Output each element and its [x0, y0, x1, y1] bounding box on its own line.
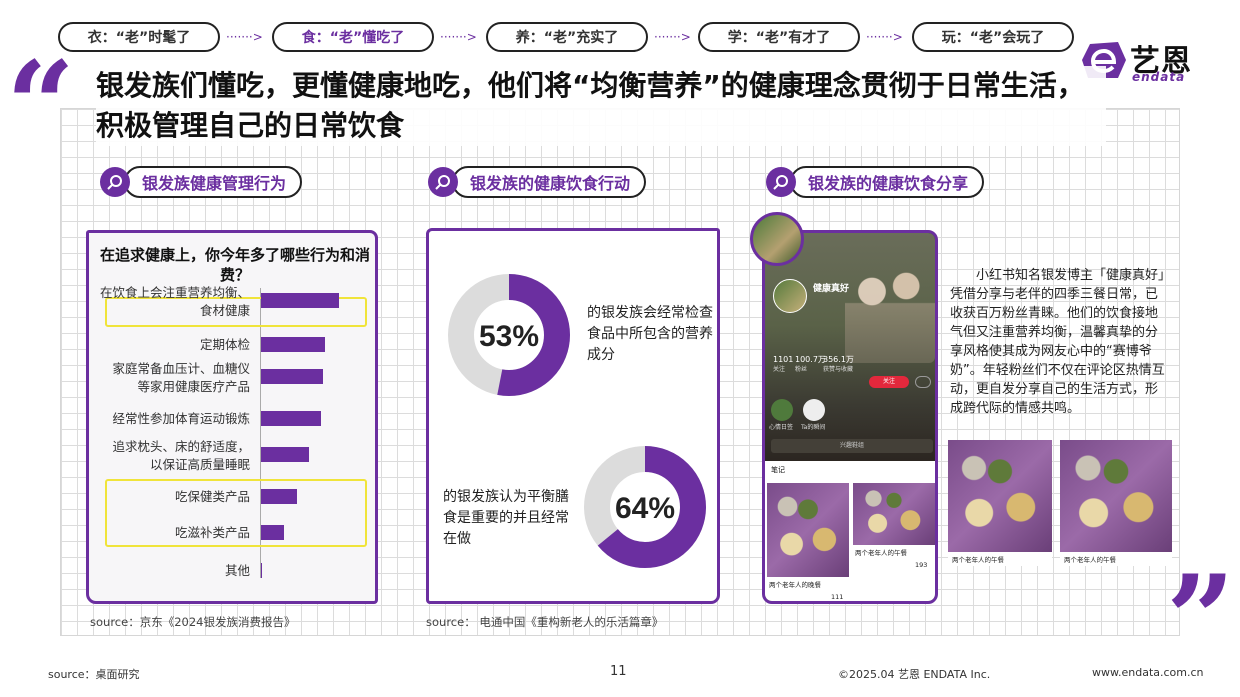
bar [261, 411, 321, 426]
bar [261, 563, 262, 578]
donut-chart-53: 53% [448, 274, 570, 396]
bar [261, 447, 309, 462]
nav-arrow-icon: ·······> [654, 30, 691, 44]
bar [261, 489, 297, 504]
xiaohongshu-profile-screenshot: 健康真好 1101 100.7万 356.1万 关注 粉丝 获赞与收藏 关注 心… [762, 230, 938, 604]
logo-en-text: endata [1132, 70, 1186, 84]
bar [261, 337, 325, 352]
stat-label: 获赞与收藏 [823, 366, 854, 373]
nav-arrow-icon: ·······> [440, 30, 477, 44]
close-quote-mark: ” [1166, 549, 1236, 690]
like-count: 111 [831, 593, 844, 601]
notes-tab[interactable]: 笔记 [771, 465, 785, 475]
stat-fans: 100.7万 [795, 355, 826, 364]
blogger-description: 小红书知名银发博主「健康真好」凭借分享与老伴的四季三餐日常，已收获百万粉丝青睐。… [950, 268, 1165, 416]
stat-label: 关注 [773, 366, 786, 373]
notes-feed: 笔记 两个老年人的晚餐 两个老年人的午餐 111 193 [765, 461, 935, 601]
bar [261, 293, 339, 308]
follow-button[interactable]: 关注 [869, 376, 909, 388]
nav-item-play[interactable]: 玩：“老”会玩了 [912, 22, 1074, 52]
donut-chart-64: 64% [584, 446, 706, 568]
tag-health-behaviour: 银发族健康管理行为 [100, 166, 303, 198]
bar [261, 369, 323, 384]
bar-label: 吃保健类产品 [174, 489, 250, 504]
donut-value: 53% [479, 320, 539, 353]
nav-item-food[interactable]: 食：“老”懂吃了 [272, 22, 434, 52]
message-button[interactable] [915, 376, 931, 388]
bar-label: 定期体检 [199, 337, 250, 352]
nav-item-study[interactable]: 学：“老”有才了 [698, 22, 860, 52]
nav-item-health[interactable]: 养：“老”充实了 [486, 22, 648, 52]
tag-label: 银发族的健康饮食分享 [790, 166, 985, 198]
tag-diet-sharing: 银发族的健康饮食分享 [766, 166, 985, 198]
tag-label: 银发族的健康饮食行动 [452, 166, 647, 198]
nav-item-clothing[interactable]: 衣：“老”时髦了 [58, 22, 220, 52]
post-caption: 两个老年人的午餐 [855, 549, 907, 557]
chart-title: 在追求健康上，你今年多了哪些行为和消费？ [99, 246, 370, 284]
nav-arrow-icon: ·······> [226, 30, 263, 44]
tag-diet-action: 银发族的健康饮食行动 [428, 166, 647, 198]
highlight-label: Ta的瞬间 [801, 424, 826, 431]
nav-item-label: 养：“老”充实了 [515, 30, 619, 46]
magnifier-icon [428, 167, 458, 197]
elderly-couple-photo [845, 253, 935, 363]
photo-caption: 两个老年人的午餐 [1064, 556, 1116, 564]
photo-caption: 两个老年人的午餐 [952, 556, 1004, 564]
like-count: 193 [915, 561, 928, 569]
meal-photo [1060, 440, 1172, 552]
nav-item-label: 玩：“老”会玩了 [941, 30, 1045, 46]
profile-avatar [773, 279, 807, 313]
donut-caption: 的银发族认为平衡膳食是重要的并且经常在做 [443, 489, 569, 547]
nav-item-label: 衣：“老”时髦了 [87, 30, 191, 46]
tag-label: 银发族健康管理行为 [124, 166, 303, 198]
nav-item-label: 食：“老”懂吃了 [301, 30, 405, 46]
donut-caption: 的银发族会经常检查食品中所包含的营养成分 [587, 305, 713, 363]
copyright: ©2025.04 艺恩 ENDATA Inc. [838, 668, 991, 681]
highlight-circle[interactable] [803, 399, 825, 421]
donut-value: 64% [615, 492, 675, 525]
stat-label: 粉丝 [795, 366, 808, 373]
footer-source: source：桌面研究 [48, 668, 140, 681]
profile-username: 健康真好 [813, 284, 850, 294]
blogger-avatar [750, 212, 804, 266]
magnifier-icon [100, 167, 130, 197]
meal-photo[interactable] [853, 483, 935, 545]
post-caption: 两个老年人的晚餐 [769, 581, 821, 589]
bar-label: 在饮食上会注重营养均衡、 食材健康 [99, 285, 250, 318]
meal-photo[interactable] [767, 483, 849, 577]
headline: 银发族们懂吃，更懂健康地吃，他们将“均衡营养”的健康理念贯彻于日常生活，积极管理… [96, 66, 1106, 146]
open-quote-mark: “ [6, 35, 76, 176]
bar-label: 其他 [224, 563, 250, 578]
diet-action-panel: 53% 的银发族会经常检查食品中所包含的营养成分 64% 的银发族认为平衡膳食是… [426, 228, 720, 604]
health-behaviour-chart-panel: 在追求健康上，你今年多了哪些行为和消费？ 在饮食上会注重营养均衡、 食材健康定期… [86, 230, 378, 604]
website-link[interactable]: www.endata.com.cn [1092, 666, 1204, 679]
nav-arrow-icon: ·······> [866, 30, 903, 44]
magnifier-icon [766, 167, 796, 197]
stat-likes: 356.1万 [823, 355, 854, 364]
page-number: 11 [610, 664, 627, 679]
source-note: source： 电通中国《重构新老人的乐活篇章》 [426, 615, 664, 629]
source-note: source：京东《2024银发族消费报告》 [90, 615, 296, 629]
highlight-circle[interactable] [771, 399, 793, 421]
group-bar[interactable]: 兴趣鞋组 [771, 439, 933, 453]
highlight-label: 心情日签 [769, 424, 794, 431]
chapter-nav: 衣：“老”时髦了 ·······> 食：“老”懂吃了 ·······> 养：“老… [58, 22, 1078, 52]
nav-item-label: 学：“老”有才了 [727, 30, 831, 46]
bar-label: 追求枕头、床的舒适度， 以保证高质量睡眠 [112, 439, 250, 472]
stat-following: 1101 [773, 355, 794, 364]
meal-photo [948, 440, 1052, 552]
bar [261, 525, 284, 540]
bar-label: 吃滋补类产品 [174, 525, 250, 540]
bar-label: 家庭常备血压计、血糖仪 等家用健康医疗产品 [112, 361, 250, 394]
bar-label: 经常性参加体育运动锻炼 [112, 411, 250, 426]
